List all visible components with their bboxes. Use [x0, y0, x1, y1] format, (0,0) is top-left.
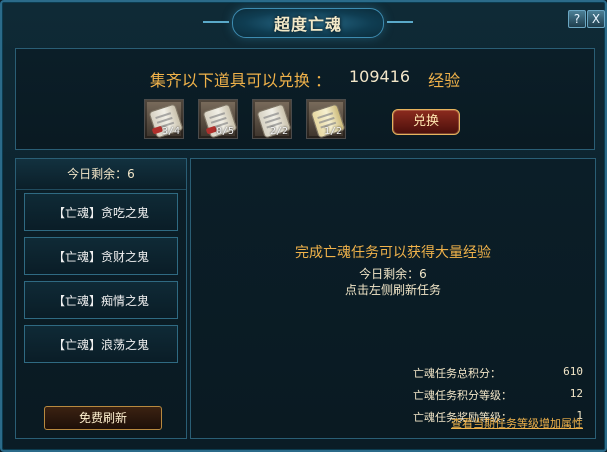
exchange-label: 集齐以下道具可以兑换 ：: [149, 71, 331, 90]
info-title: 完成亡魂任务可以获得大量经验: [295, 245, 491, 261]
free-refresh-button[interactable]: 免费刷新: [44, 406, 162, 430]
exchange-exp-value: 109416: [349, 67, 411, 86]
window-title: 超度亡魂: [273, 15, 342, 34]
item-count: 0/5: [215, 126, 234, 137]
remaining-today: 今日剩余：6: [16, 159, 186, 190]
stat-value: 610: [563, 365, 583, 378]
stat-value: 12: [569, 387, 583, 400]
item-count: 1/2: [323, 126, 342, 137]
quest-list: 【亡魂】贪吃之鬼 【亡魂】贪财之鬼 【亡魂】痴情之鬼 【亡魂】浪荡之鬼: [24, 193, 178, 369]
required-item-slot[interactable]: 0/5: [198, 99, 238, 139]
spirit-exorcism-window: 超度亡魂 ? X 集齐以下道具可以兑换 ： 109416 经验 3/4 0/5 …: [0, 0, 607, 452]
stat-row: 亡魂任务总积分： 610: [413, 365, 583, 381]
help-button[interactable]: ?: [568, 10, 586, 28]
required-item-slot[interactable]: 3/4: [144, 99, 184, 139]
exchange-summary: 集齐以下道具可以兑换 ： 109416 经验: [16, 67, 594, 91]
exchange-button[interactable]: 兑换: [392, 109, 460, 135]
details-panel: 完成亡魂任务可以获得大量经验 今日剩余：6 点击左侧刷新任务 亡魂任务总积分： …: [190, 158, 596, 439]
exchange-panel: 集齐以下道具可以兑换 ： 109416 经验 3/4 0/5 2/2 1/2 兑…: [15, 48, 595, 150]
required-item-slot[interactable]: 1/2: [306, 99, 346, 139]
stat-row: 亡魂任务积分等级： 12: [413, 387, 583, 403]
item-count: 3/4: [161, 126, 180, 137]
required-items: 3/4 0/5 2/2 1/2: [144, 99, 346, 139]
quest-item[interactable]: 【亡魂】浪荡之鬼: [24, 325, 178, 363]
quest-item[interactable]: 【亡魂】贪吃之鬼: [24, 193, 178, 231]
quest-item[interactable]: 【亡魂】痴情之鬼: [24, 281, 178, 319]
quest-item[interactable]: 【亡魂】贪财之鬼: [24, 237, 178, 275]
stat-label: 亡魂任务总积分：: [413, 367, 501, 380]
close-button[interactable]: X: [587, 10, 605, 28]
stat-label: 亡魂任务积分等级：: [413, 389, 512, 402]
exchange-exp-unit: 经验: [428, 71, 461, 90]
required-item-slot[interactable]: 2/2: [252, 99, 292, 139]
info-remaining: 今日剩余：6: [359, 267, 427, 281]
quest-panel: 今日剩余：6 【亡魂】贪吃之鬼 【亡魂】贪财之鬼 【亡魂】痴情之鬼 【亡魂】浪荡…: [15, 158, 187, 439]
view-attributes-link[interactable]: 查看当期任务等级增加属性: [451, 415, 583, 431]
info-hint: 点击左侧刷新任务: [344, 283, 441, 297]
title-banner: 超度亡魂: [203, 8, 413, 38]
item-count: 2/2: [269, 126, 288, 137]
